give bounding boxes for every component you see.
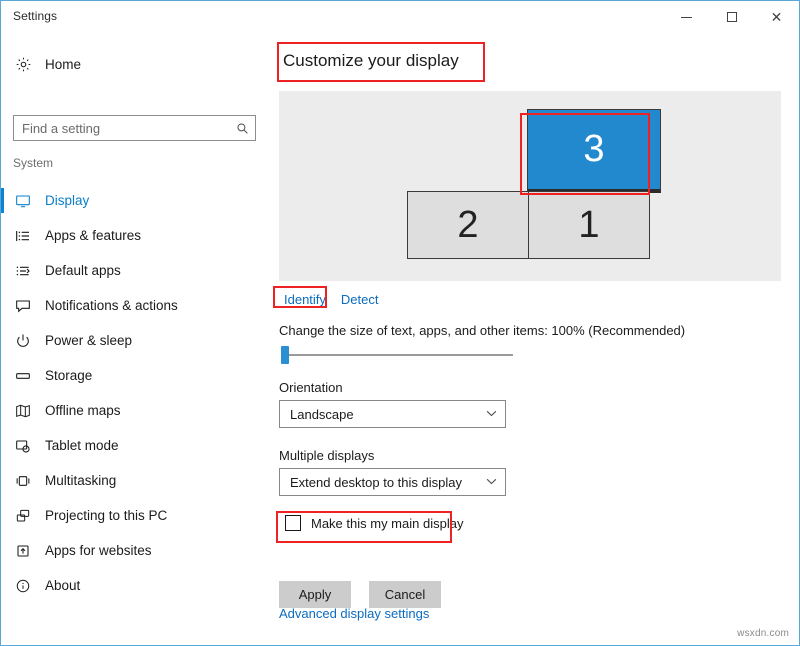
tablet-hand-icon <box>1 438 45 454</box>
display-arrangement-preview[interactable]: 3 2 1 <box>279 91 781 281</box>
sidebar-item-label: Display <box>45 193 89 208</box>
maximize-button[interactable] <box>709 1 754 33</box>
sidebar-item-label: Notifications & actions <box>45 298 178 313</box>
slider-track <box>285 354 513 356</box>
sidebar-item-label: Multitasking <box>45 473 116 488</box>
sidebar-item-power-sleep[interactable]: Power & sleep <box>1 323 269 358</box>
monitor-3[interactable]: 3 <box>527 109 661 193</box>
sidebar-item-about[interactable]: About <box>1 568 269 603</box>
selection-indicator <box>1 538 4 563</box>
search-icon[interactable] <box>229 116 255 140</box>
selection-indicator <box>1 363 4 388</box>
info-icon <box>1 578 45 594</box>
minimize-icon <box>681 17 692 18</box>
detect-link[interactable]: Detect <box>341 292 379 307</box>
list-arrow-icon <box>1 263 45 279</box>
selection-indicator <box>1 223 4 248</box>
close-icon: ✕ <box>771 10 783 24</box>
sidebar-item-default-apps[interactable]: Default apps <box>1 253 269 288</box>
monitor-icon <box>1 193 45 209</box>
speech-bubble-icon <box>1 298 45 314</box>
close-button[interactable]: ✕ <box>754 1 799 33</box>
watermark: wsxdn.com <box>737 628 789 639</box>
search-input[interactable] <box>14 116 229 140</box>
display-actions-row: Identify Detect <box>279 289 379 310</box>
home-label: Home <box>45 57 81 72</box>
sidebar-item-label: Offline maps <box>45 403 121 418</box>
chevron-down-icon <box>486 476 497 488</box>
sidebar-item-storage[interactable]: Storage <box>1 358 269 393</box>
sidebar-item-label: Default apps <box>45 263 121 278</box>
selection-indicator <box>1 328 4 353</box>
sidebar-item-display[interactable]: Display <box>1 183 269 218</box>
sidebar-item-tablet-mode[interactable]: Tablet mode <box>1 428 269 463</box>
selection-indicator <box>1 188 4 213</box>
multiple-displays-label: Multiple displays <box>279 448 374 463</box>
multitask-icon <box>1 473 45 489</box>
selection-indicator <box>1 433 4 458</box>
app-website-icon <box>1 543 45 559</box>
sidebar-item-apps-for-websites[interactable]: Apps for websites <box>1 533 269 568</box>
list-icon <box>1 228 45 244</box>
sidebar-item-label: About <box>45 578 80 593</box>
sidebar-item-offline-maps[interactable]: Offline maps <box>1 393 269 428</box>
sidebar: Home System Display <box>1 33 269 646</box>
sidebar-item-label: Projecting to this PC <box>45 508 167 523</box>
sidebar-item-notifications-actions[interactable]: Notifications & actions <box>1 288 269 323</box>
sidebar-item-label: Tablet mode <box>45 438 119 453</box>
scale-label: Change the size of text, apps, and other… <box>279 323 685 338</box>
chevron-down-icon <box>486 408 497 420</box>
selection-indicator <box>1 573 4 598</box>
minimize-button[interactable] <box>664 1 709 33</box>
monitor-number: 2 <box>457 204 478 247</box>
maximize-icon <box>727 12 737 22</box>
cancel-button[interactable]: Cancel <box>369 581 441 608</box>
selection-indicator <box>1 398 4 423</box>
map-icon <box>1 403 45 419</box>
sidebar-group-label: System <box>13 156 53 170</box>
sidebar-item-label: Power & sleep <box>45 333 132 348</box>
advanced-display-settings-link[interactable]: Advanced display settings <box>279 606 429 621</box>
selection-indicator <box>1 468 4 493</box>
orientation-label: Orientation <box>279 380 343 395</box>
title-bar: Settings ✕ <box>1 1 799 33</box>
multiple-displays-value: Extend desktop to this display <box>290 475 480 490</box>
sidebar-item-apps-features[interactable]: Apps & features <box>1 218 269 253</box>
main-display-checkbox[interactable] <box>285 515 301 531</box>
slider-thumb[interactable] <box>281 346 289 364</box>
monitor-1[interactable]: 1 <box>528 191 650 259</box>
sidebar-item-projecting-to-this-pc[interactable]: Projecting to this PC <box>1 498 269 533</box>
sidebar-item-label: Apps & features <box>45 228 141 243</box>
sidebar-item-multitasking[interactable]: Multitasking <box>1 463 269 498</box>
orientation-dropdown[interactable]: Landscape <box>279 400 506 428</box>
sidebar-item-label: Apps for websites <box>45 543 152 558</box>
window-controls: ✕ <box>664 1 799 33</box>
multiple-displays-dropdown[interactable]: Extend desktop to this display <box>279 468 506 496</box>
project-screens-icon <box>1 508 45 524</box>
main-content: Customize your display 3 2 1 Identify De… <box>269 33 799 646</box>
monitor-2[interactable]: 2 <box>407 191 529 259</box>
page-title: Customize your display <box>279 45 463 78</box>
orientation-value: Landscape <box>290 407 480 422</box>
selection-indicator <box>1 293 4 318</box>
monitor-number: 1 <box>578 204 599 247</box>
sidebar-nav-list: Display Apps & features <box>1 183 269 603</box>
sidebar-item-label: Storage <box>45 368 92 383</box>
window-title: Settings <box>13 9 57 23</box>
power-icon <box>1 333 45 349</box>
apply-button[interactable]: Apply <box>279 581 351 608</box>
main-display-checkbox-label: Make this my main display <box>311 516 463 531</box>
scale-slider[interactable] <box>279 344 514 366</box>
settings-window: Settings ✕ Home <box>0 0 800 646</box>
selection-indicator <box>1 258 4 283</box>
main-display-checkbox-row[interactable]: Make this my main display <box>285 515 463 531</box>
drive-icon <box>1 368 45 384</box>
sidebar-item-home[interactable]: Home <box>1 47 269 81</box>
search-box[interactable] <box>13 115 256 141</box>
selection-indicator <box>1 503 4 528</box>
identify-link[interactable]: Identify <box>279 289 331 310</box>
monitor-number: 3 <box>583 128 604 171</box>
gear-icon <box>1 56 45 73</box>
